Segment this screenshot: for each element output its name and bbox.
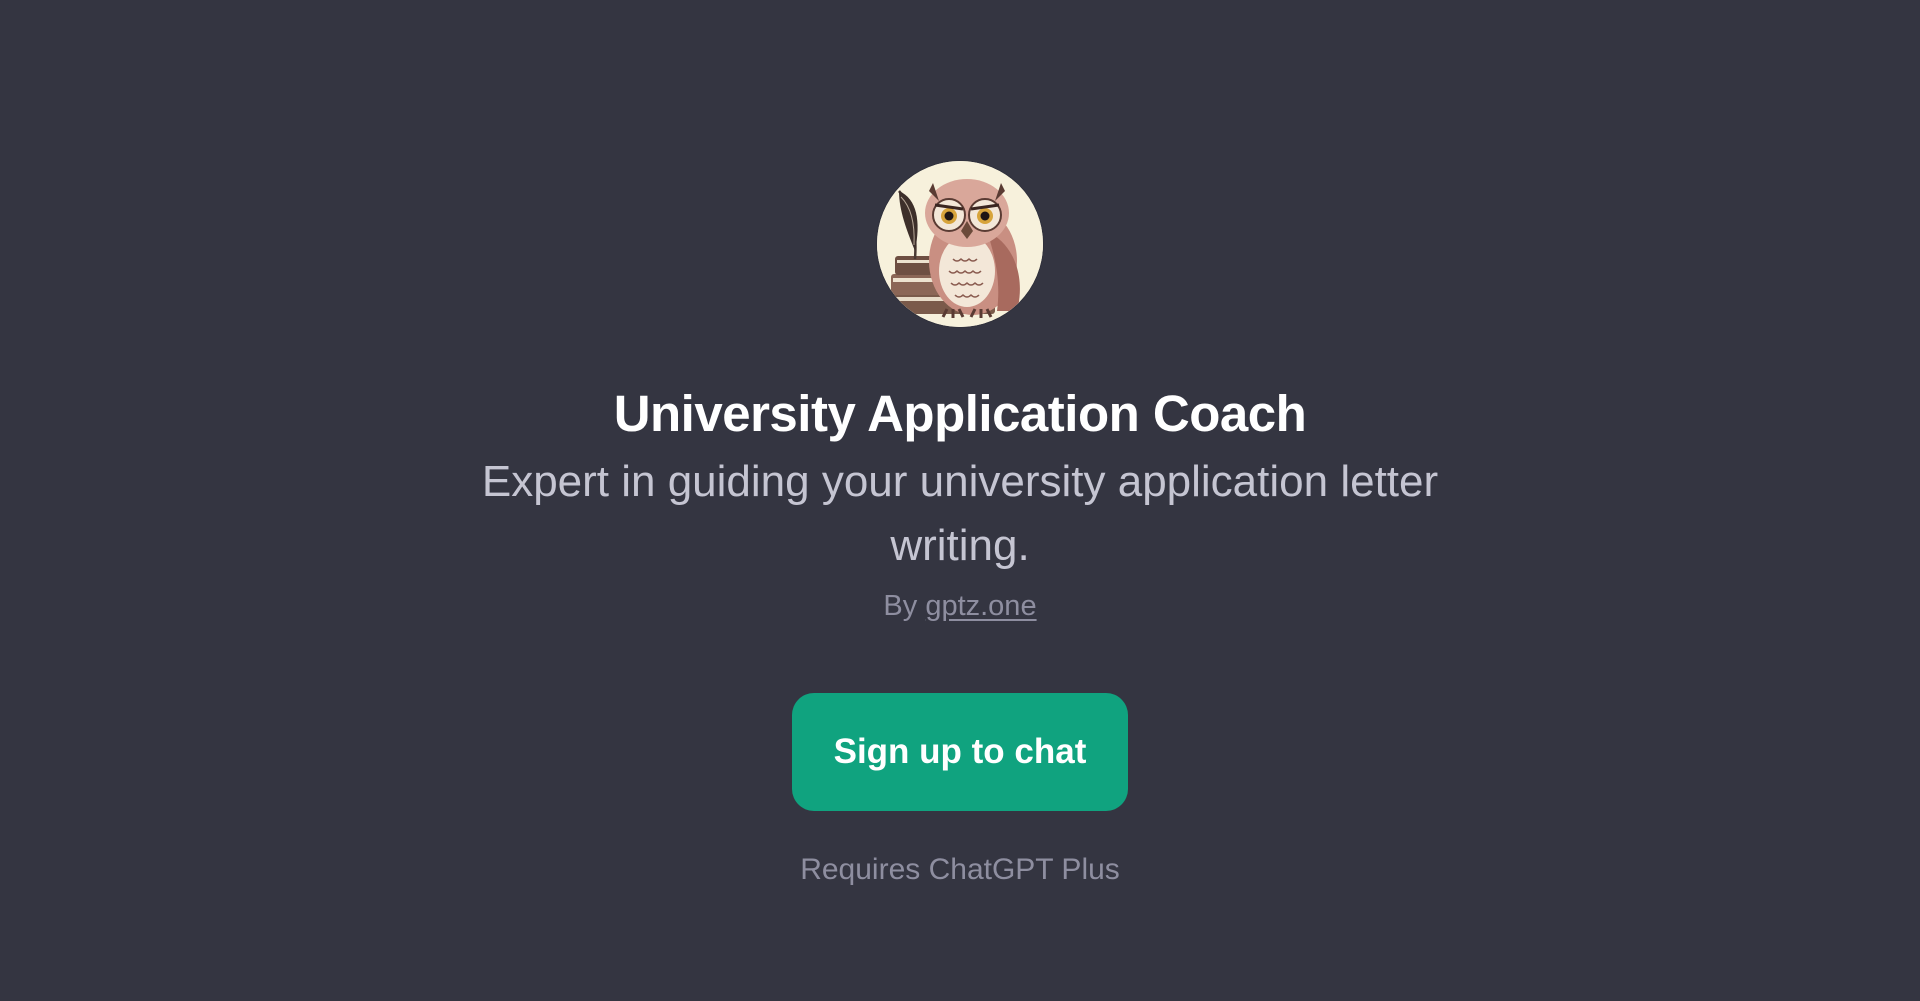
- gpt-description: Expert in guiding your university applic…: [481, 457, 1439, 570]
- gpt-title: University Application Coach: [613, 385, 1307, 442]
- gpt-avatar: [877, 161, 1043, 327]
- gpt-landing-page: University Application Coach Expert in g…: [0, 0, 1920, 1001]
- requirement-note: Requires ChatGPT Plus: [800, 853, 1120, 886]
- owl-icon: [877, 161, 1043, 327]
- byline-prefix: By: [883, 590, 918, 622]
- author-byline: By gptz.one: [883, 586, 1036, 626]
- author-link[interactable]: gptz.one: [925, 590, 1036, 622]
- sign-up-to-chat-button[interactable]: Sign up to chat: [792, 693, 1128, 811]
